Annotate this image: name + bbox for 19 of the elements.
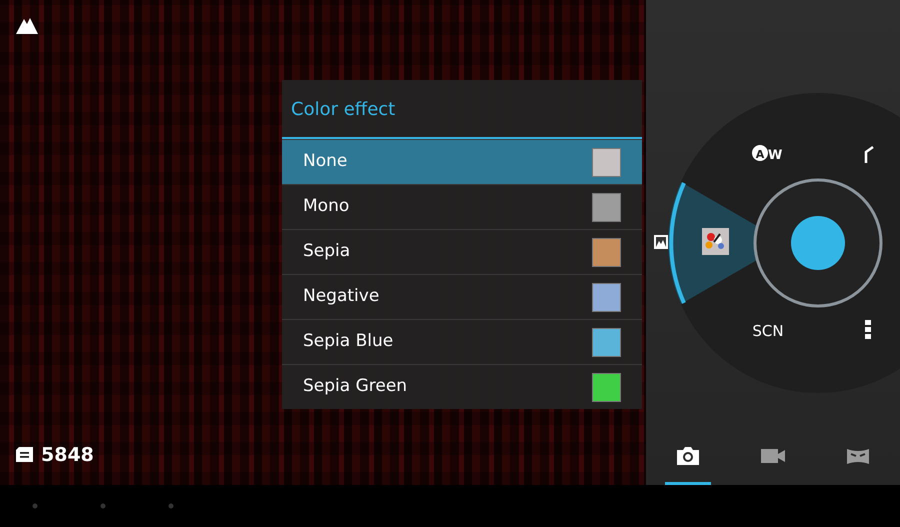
corner-icon[interactable] [864,146,874,163]
nav-dot-icon[interactable] [100,503,106,509]
image-icon[interactable] [654,235,668,249]
effect-option[interactable]: Sepia Blue [282,319,642,364]
storage-icon [16,447,33,462]
remaining-count: 5848 [41,442,94,468]
nav-dot-icon[interactable] [32,503,38,509]
effect-option[interactable]: Sepia Green [282,364,642,409]
effect-option[interactable]: None [282,139,642,184]
nav-dot-icon[interactable] [168,503,174,509]
color-effect-thumbnail-icon[interactable] [702,228,729,255]
effect-option[interactable]: Negative [282,274,642,319]
mountain-icon[interactable] [16,16,38,34]
auto-wb-control[interactable]: A W [752,145,782,163]
effect-option[interactable]: Sepia [282,229,642,274]
effect-option[interactable]: Mono [282,184,642,229]
shutter-button[interactable] [791,216,845,270]
more-options-icon[interactable] [865,320,871,339]
scene-mode-control[interactable]: SCN [752,322,784,340]
